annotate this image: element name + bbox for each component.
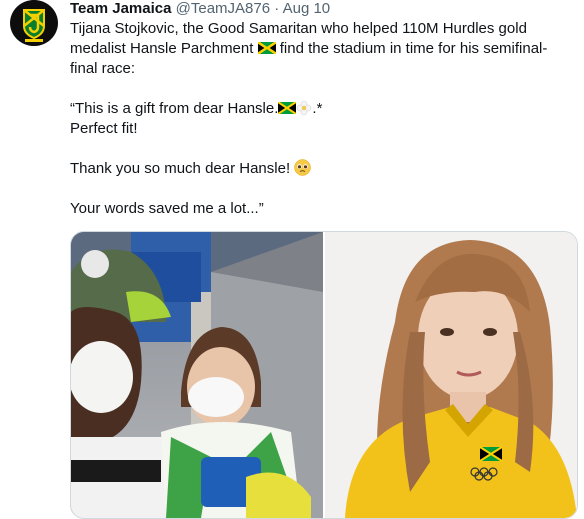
author-name[interactable]: Team Jamaica	[70, 0, 171, 17]
tweet-media[interactable]	[70, 231, 578, 519]
tweet-date[interactable]: Aug 10	[283, 0, 331, 17]
tweet-header: Team Jamaica @TeamJA876 · Aug 10	[70, 0, 330, 19]
text-span: Thank you so much dear Hansle!	[70, 160, 291, 177]
white-flower-icon	[297, 100, 312, 116]
text-span: medalist Hansle Parchment	[70, 40, 254, 57]
jamaica-flag-icon	[257, 42, 276, 54]
selfie-photo[interactable]	[71, 232, 323, 518]
text-span: .*	[312, 100, 323, 117]
text-line: Your words saved me a lot...”	[70, 200, 264, 217]
avatar[interactable]	[10, 0, 58, 46]
text-line: Thank you so much dear Hansle!	[70, 159, 570, 179]
text-span: “This is a gift from dear Hansle.	[70, 100, 279, 117]
jamaica-flag-icon	[278, 102, 297, 114]
text-line: Tijana Stojkovic, the Good Samaritan who…	[70, 20, 527, 37]
portrait-photo[interactable]	[325, 232, 577, 518]
tweet[interactable]: Team Jamaica @TeamJA876 · Aug 10 Tijana …	[0, 0, 584, 519]
author-handle[interactable]: @TeamJA876	[176, 0, 270, 17]
team-jamaica-logo-icon	[11, 0, 57, 46]
text-line: “This is a gift from dear Hansle. .*	[70, 99, 570, 119]
text-span: find the stadium in time for his semifin…	[279, 40, 548, 57]
text-line: final race:	[70, 60, 136, 77]
pleading-face-icon	[294, 159, 312, 176]
tweet-text: Tijana Stojkovic, the Good Samaritan who…	[70, 19, 570, 219]
separator: ·	[274, 0, 280, 17]
text-line: Perfect fit!	[70, 120, 138, 137]
text-line: medalist Hansle Parchment find the stadi…	[70, 39, 570, 59]
